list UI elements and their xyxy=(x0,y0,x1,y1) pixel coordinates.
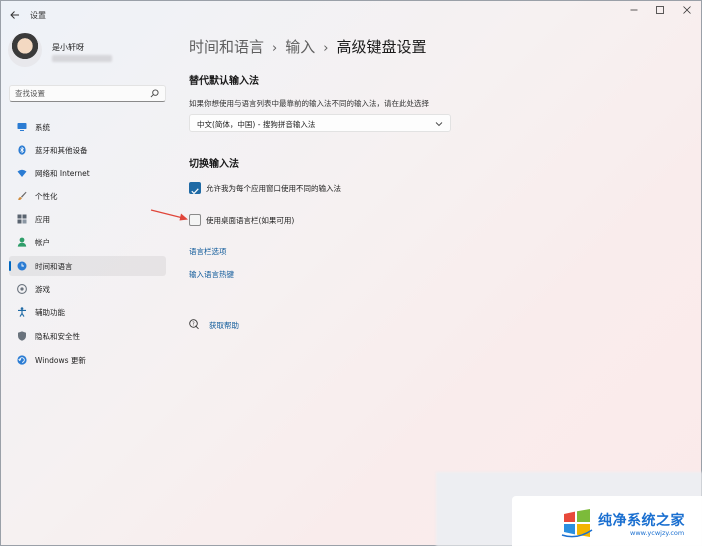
wifi-icon xyxy=(17,169,27,177)
minimize-icon xyxy=(630,9,638,11)
override-section-title: 替代默认输入法 xyxy=(189,76,259,87)
user-email-redacted xyxy=(52,55,112,62)
per-app-input-label: 允许我为每个应用窗口使用不同的输入法 xyxy=(206,184,341,193)
per-app-input-checkbox[interactable] xyxy=(189,182,201,195)
search-input[interactable] xyxy=(15,88,145,99)
sidebar-item-network[interactable]: 网络和 Internet xyxy=(9,163,166,183)
person-icon xyxy=(17,237,27,247)
selection-indicator xyxy=(9,261,11,271)
sidebar-item-label: 蓝牙和其他设备 xyxy=(35,146,88,155)
close-button[interactable] xyxy=(676,5,698,19)
sidebar-item-time-language[interactable]: 时间和语言 xyxy=(9,256,166,276)
help-icon: ? xyxy=(189,319,199,330)
sidebar-item-label: 个性化 xyxy=(35,192,58,201)
checkmark-icon xyxy=(191,188,199,195)
sidebar-item-apps[interactable]: 应用 xyxy=(9,209,166,229)
sidebar-item-accounts[interactable]: 帐户 xyxy=(9,232,166,252)
maximize-button[interactable] xyxy=(649,5,671,19)
breadcrumb: 时间和语言 › 输入 › 高级键盘设置 xyxy=(189,36,426,57)
bluetooth-icon xyxy=(18,145,26,155)
breadcrumb-item-input[interactable]: 输入 xyxy=(285,36,315,57)
update-icon xyxy=(17,355,27,365)
get-help-label: 获取帮助 xyxy=(209,321,239,330)
sidebar-item-label: 帐户 xyxy=(35,238,50,247)
apps-icon xyxy=(17,214,27,224)
search-box[interactable] xyxy=(9,85,166,102)
title-bar: 设置 xyxy=(0,0,702,30)
globe-clock-icon xyxy=(17,261,27,271)
sidebar-item-label: Windows 更新 xyxy=(35,356,86,365)
close-icon xyxy=(683,6,691,14)
desktop-language-bar-label: 使用桌面语言栏(如果可用) xyxy=(206,216,295,225)
sidebar-item-label: 时间和语言 xyxy=(35,262,73,271)
sidebar-item-label: 网络和 Internet xyxy=(35,169,90,178)
dropdown-selected-value: 中文(简体，中国) - 搜狗拼音输入法 xyxy=(197,120,316,129)
sidebar-item-label: 系统 xyxy=(35,123,50,132)
maximize-icon xyxy=(656,6,664,14)
shield-icon xyxy=(18,331,26,341)
sidebar-item-bluetooth[interactable]: 蓝牙和其他设备 xyxy=(9,140,166,160)
language-bar-options-link[interactable]: 语言栏选项 xyxy=(189,246,227,257)
watermark-url: www.ycwjzy.com xyxy=(630,529,685,537)
sidebar-item-privacy[interactable]: 隐私和安全性 xyxy=(9,326,166,346)
chevron-down-icon xyxy=(435,122,443,127)
minimize-button[interactable] xyxy=(623,5,645,19)
page-title: 高级键盘设置 xyxy=(336,38,427,56)
search-icon[interactable] xyxy=(150,89,159,98)
sidebar-item-label: 游戏 xyxy=(35,285,50,294)
sidebar-item-windows-update[interactable]: Windows 更新 xyxy=(9,350,166,370)
desktop-language-bar-checkbox[interactable] xyxy=(189,214,201,226)
watermark-title: 纯净系统之家 xyxy=(598,513,685,529)
breadcrumb-separator: › xyxy=(272,41,278,56)
breadcrumb-separator: › xyxy=(323,41,329,56)
user-name: 是小轩呀 xyxy=(52,43,84,52)
gamepad-icon xyxy=(17,284,27,294)
override-description: 如果你想使用与语言列表中最靠前的输入法不同的输入法，请在此处选择 xyxy=(189,99,429,108)
sidebar-item-label: 辅助功能 xyxy=(35,308,65,317)
avatar[interactable] xyxy=(8,33,42,67)
sidebar-item-label: 隐私和安全性 xyxy=(35,332,80,341)
back-arrow-icon xyxy=(10,11,19,19)
monitor-icon xyxy=(17,123,27,131)
annotation-arrow-icon xyxy=(150,209,188,221)
switch-section-title: 切换输入法 xyxy=(189,159,239,170)
windows-logo-icon xyxy=(561,509,593,538)
back-button[interactable] xyxy=(8,8,22,22)
input-language-hotkeys-link[interactable]: 输入语言热键 xyxy=(189,269,234,280)
sidebar-item-personalization[interactable]: 个性化 xyxy=(9,186,166,206)
sidebar-item-label: 应用 xyxy=(35,215,50,224)
brush-icon xyxy=(18,191,27,201)
sidebar-item-gaming[interactable]: 游戏 xyxy=(9,279,166,299)
svg-text:?: ? xyxy=(192,322,195,328)
input-method-dropdown[interactable]: 中文(简体，中国) - 搜狗拼音输入法 xyxy=(189,114,451,132)
accessibility-icon xyxy=(18,307,26,317)
sidebar-item-accessibility[interactable]: 辅助功能 xyxy=(9,302,166,322)
sidebar-item-system[interactable]: 系统 xyxy=(9,117,166,137)
app-title: 设置 xyxy=(30,11,46,20)
breadcrumb-item-time-language[interactable]: 时间和语言 xyxy=(189,36,264,57)
